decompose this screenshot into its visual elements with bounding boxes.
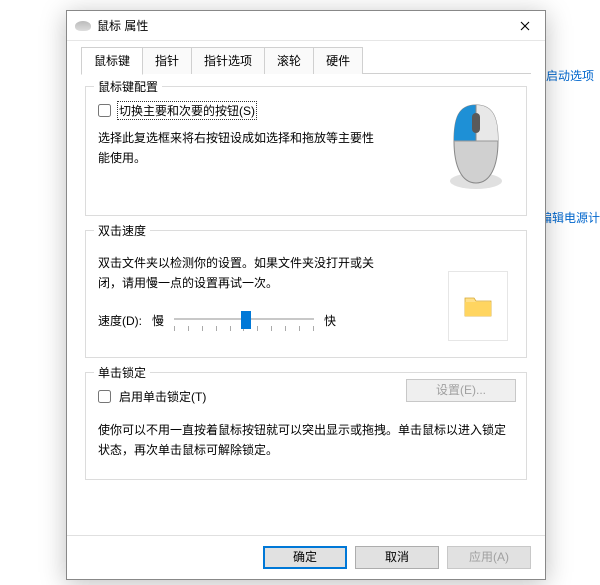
cancel-button[interactable]: 取消 [355,546,439,569]
speed-slow-label: 慢 [152,312,164,329]
tab-content: 鼠标键配置 切换主要和次要的按钮(S) 选择此复选框来将右按钮设成如选择和拖放等… [67,74,545,535]
mouse-properties-dialog: 鼠标 属性 鼠标键 指针 指针选项 滚轮 硬件 鼠标键配置 切换主要和次要的按钮… [66,10,546,580]
close-button[interactable] [505,11,545,41]
clicklock-settings-button: 设置(E)... [406,379,516,402]
tab-wheel[interactable]: 滚轮 [264,47,314,74]
window-title: 鼠标 属性 [97,17,505,34]
group-title-clicklock: 单击锁定 [94,364,150,381]
clicklock-label: 启用单击锁定(T) [117,387,208,406]
tab-pointers[interactable]: 指针 [142,47,192,74]
bg-icon-3 [18,150,40,170]
bg-icon-4 [18,200,40,220]
bg-link-edit-power[interactable]: 编辑电源计 [540,209,600,226]
apply-button: 应用(A) [447,546,531,569]
group-title-buttons: 鼠标键配置 [94,78,162,95]
speed-fast-label: 快 [324,312,336,329]
group-doubleclick: 双击速度 双击文件夹以检测你的设置。如果文件夹没打开或关闭，请用慢一点的设置再试… [85,230,527,358]
folder-icon [463,294,493,318]
swap-buttons-checkbox[interactable] [98,104,111,117]
clicklock-desc: 使你可以不用一直按着鼠标按钮就可以突出显示或拖拽。单击鼠标以进入锁定状态，再次单… [98,420,514,461]
group-button-config: 鼠标键配置 切换主要和次要的按钮(S) 选择此复选框来将右按钮设成如选择和拖放等… [85,86,527,216]
slider-thumb[interactable] [241,311,251,329]
ok-button[interactable]: 确定 [263,546,347,569]
speed-slider[interactable] [174,308,314,334]
titlebar: 鼠标 属性 [67,11,545,41]
clicklock-checkbox[interactable] [98,390,111,403]
bg-icon-2 [18,100,40,120]
tab-pointer-options[interactable]: 指针选项 [191,47,265,74]
tab-buttons[interactable]: 鼠标键 [81,47,143,75]
folder-test-area[interactable] [448,271,508,341]
speed-label: 速度(D): [98,312,142,329]
swap-buttons-desc: 选择此复选框来将右按钮设成如选择和拖放等主要性能使用。 [98,128,378,169]
dialog-button-bar: 确定 取消 应用(A) [67,535,545,579]
doubleclick-desc: 双击文件夹以检测你的设置。如果文件夹没打开或关闭，请用慢一点的设置再试一次。 [98,253,388,294]
mouse-illustration [444,101,508,191]
tab-hardware[interactable]: 硬件 [313,47,363,74]
mouse-icon [75,21,91,31]
close-icon [520,21,530,31]
tab-strip: 鼠标键 指针 指针选项 滚轮 硬件 [67,41,545,74]
group-title-doubleclick: 双击速度 [94,222,150,239]
swap-buttons-label: 切换主要和次要的按钮(S) [117,101,257,120]
bg-icon-1 [18,60,40,80]
group-clicklock: 单击锁定 启用单击锁定(T) 设置(E)... 使你可以不用一直按着鼠标按钮就可… [85,372,527,480]
bg-link-startup[interactable]: 启动选项 [546,67,594,84]
